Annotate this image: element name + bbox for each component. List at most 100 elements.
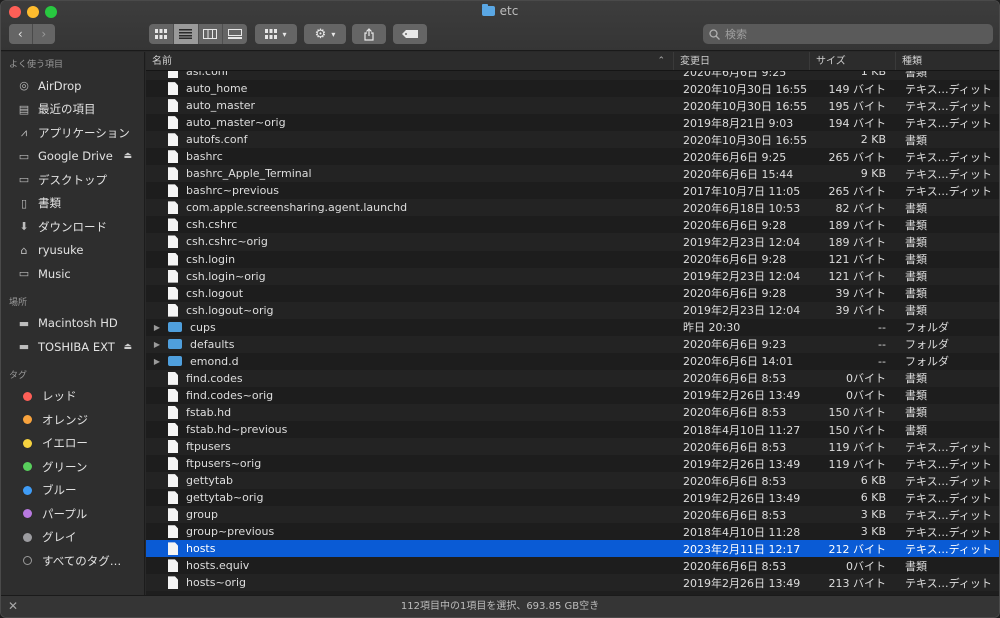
columns-icon xyxy=(203,29,218,39)
file-row[interactable]: hosts.equiv 2020年6月6日 8:53 0バイト 書類 xyxy=(146,557,999,575)
sidebar-item-label: 最近の項目 xyxy=(38,102,96,117)
icon-view-button[interactable] xyxy=(149,24,174,44)
sidebar-item[interactable]: ▭ デスクトップ xyxy=(1,168,144,192)
sidebar-tag-item[interactable]: オレンジ xyxy=(1,408,144,432)
file-kind: 書類 xyxy=(905,389,927,403)
close-icon[interactable]: ✕ xyxy=(8,596,18,617)
back-button[interactable]: ‹ xyxy=(9,24,32,44)
file-row[interactable]: hosts 2023年2月11日 12:17 212 バイト テキス…ディット xyxy=(146,540,999,558)
file-row[interactable]: group 2020年6月6日 8:53 3 KB テキス…ディット xyxy=(146,506,999,524)
sidebar-item[interactable]: ▭ Music xyxy=(1,262,144,286)
column-header-kind[interactable]: 種類 xyxy=(896,52,999,70)
sidebar-item[interactable]: ▭ Google Drive ⏏ xyxy=(1,145,144,169)
file-row[interactable]: auto_master~orig 2019年8月21日 9:03 194 バイト テキ… xyxy=(146,114,999,132)
file-row[interactable]: auto_home 2020年10月30日 16:55 149 バイト テキス…ディッ… xyxy=(146,80,999,98)
file-row[interactable]: group~previous 2018年4月10日 11:28 3 KB テキス…ディ… xyxy=(146,523,999,541)
file-name-cell: fstab.hd xyxy=(146,405,674,419)
file-name: com.apple.screensharing.agent.launchd xyxy=(186,201,408,215)
sidebar-section-favorites: よく使う項目 xyxy=(9,60,64,70)
file-name: hosts xyxy=(186,542,216,556)
file-row[interactable]: ▶ emond.d 2020年6月6日 14:01 -- フォルダ xyxy=(146,352,999,370)
sidebar-item[interactable]: ⩘ アプリケーション xyxy=(1,121,144,145)
sidebar-tag-item[interactable]: イエロー xyxy=(1,432,144,456)
file-row[interactable]: csh.logout 2020年6月6日 9:28 39 バイト 書類 xyxy=(146,284,999,302)
chevron-down-icon: ▾ xyxy=(331,29,336,39)
file-name-cell: csh.logout xyxy=(146,286,674,300)
search-input[interactable] xyxy=(725,27,965,41)
file-name-cell: auto_home xyxy=(146,82,674,96)
file-row[interactable]: csh.cshrc 2020年6月6日 9:28 189 バイト 書類 xyxy=(146,216,999,234)
file-row[interactable]: gettytab 2020年6月6日 8:53 6 KB テキス…ディット xyxy=(146,472,999,490)
file-row[interactable]: com.apple.screensharing.agent.launchd 202… xyxy=(146,199,999,217)
file-row[interactable]: csh.login 2020年6月6日 9:28 121 バイト 書類 xyxy=(146,250,999,268)
file-row[interactable]: fstab.hd 2020年6月6日 8:53 150 バイト 書類 xyxy=(146,403,999,421)
view-mode-switcher xyxy=(149,24,247,44)
disclosure-triangle-icon[interactable]: ▶ xyxy=(146,340,168,349)
sidebar-item-label: 書類 xyxy=(38,196,61,211)
column-view-button[interactable] xyxy=(199,24,224,44)
sidebar-tag-item[interactable]: レッド xyxy=(1,385,144,409)
search-field[interactable] xyxy=(703,24,993,44)
sidebar-item[interactable]: ⌂ ryusuke xyxy=(1,239,144,263)
file-row[interactable]: bashrc_Apple_Terminal 2020年6月6日 15:44 9 KB… xyxy=(146,165,999,183)
column-header-size[interactable]: サイズ xyxy=(810,52,896,70)
file-name: auto_home xyxy=(186,82,248,96)
disclosure-triangle-icon[interactable]: ▶ xyxy=(146,357,168,366)
file-row[interactable]: ftpusers 2020年6月6日 8:53 119 バイト テキス…ディット xyxy=(146,438,999,456)
file-row[interactable]: csh.logout~orig 2019年2月23日 12:04 39 バイト 書類 xyxy=(146,301,999,319)
file-row[interactable]: autofs.conf 2020年10月30日 16:55 2 KB 書類 xyxy=(146,131,999,149)
file-icon xyxy=(168,508,178,522)
file-date: 2019年2月26日 13:49 xyxy=(683,491,801,505)
sidebar-tag-label: パープル xyxy=(42,506,88,521)
file-icon xyxy=(168,286,178,300)
column-header-date[interactable]: 変更日 xyxy=(674,52,810,70)
file-row[interactable]: csh.login~orig 2019年2月23日 12:04 121 バイト 書類 xyxy=(146,267,999,285)
file-row[interactable]: bashrc~previous 2017年10月7日 11:05 265 バイト テキ… xyxy=(146,182,999,200)
list-view-button[interactable] xyxy=(173,24,199,44)
file-row[interactable]: csh.cshrc~orig 2019年2月23日 12:04 189 バイト 書類 xyxy=(146,233,999,251)
file-name-cell: gettytab~orig xyxy=(146,491,674,505)
file-date: 2020年6月6日 9:28 xyxy=(683,218,787,232)
gallery-view-button[interactable] xyxy=(223,24,247,44)
file-row[interactable]: gettytab~orig 2019年2月26日 13:49 6 KB テキス…ディッ… xyxy=(146,489,999,507)
file-kind: テキス…ディット xyxy=(905,184,992,198)
file-row[interactable]: fstab.hd~previous 2018年4月10日 11:27 150 バイト… xyxy=(146,420,999,439)
sidebar-tag-item[interactable]: すべてのタグ… xyxy=(1,549,144,573)
sidebar-item[interactable]: ▬ Macintosh HD xyxy=(1,312,144,336)
sidebar-tag-item[interactable]: グレイ xyxy=(1,526,144,550)
tag-color-icon xyxy=(23,532,32,542)
sidebar-item[interactable]: ▯ 書類 xyxy=(1,192,144,216)
file-row[interactable]: ▶ cups 昨日 20:30 -- フォルダ xyxy=(146,318,999,336)
sidebar-item[interactable]: ▤ 最近の項目 xyxy=(1,98,144,122)
file-date: 2020年6月6日 14:01 xyxy=(683,355,794,369)
file-row[interactable]: bashrc 2020年6月6日 9:25 265 バイト テキス…ディット xyxy=(146,148,999,166)
file-date: 2020年6月6日 8:53 xyxy=(683,406,787,420)
column-header-name[interactable]: 名前 ⌃ xyxy=(146,52,674,70)
group-by-button[interactable]: ▾ xyxy=(255,24,297,44)
file-icon xyxy=(168,491,178,505)
file-row[interactable]: find.codes 2020年6月6日 8:53 0バイト 書類 xyxy=(146,369,999,387)
tag-color-icon xyxy=(23,509,32,519)
sidebar-tag-item[interactable]: グリーン xyxy=(1,455,144,479)
sidebar-tag-item[interactable]: パープル xyxy=(1,502,144,526)
sidebar-item[interactable]: ▬ TOSHIBA EXT ⏏ xyxy=(1,335,144,359)
file-kind: 書類 xyxy=(905,287,927,301)
eject-icon[interactable]: ⏏ xyxy=(123,151,132,161)
file-row[interactable]: ▶ defaults 2020年6月6日 9:23 -- フォルダ xyxy=(146,335,999,353)
file-row[interactable]: ftpusers~orig 2019年2月26日 13:49 119 バイト テキス…… xyxy=(146,455,999,473)
action-menu-button[interactable]: ⚙ ▾ xyxy=(304,24,346,44)
eject-icon[interactable]: ⏏ xyxy=(123,342,132,352)
edit-tags-button[interactable] xyxy=(393,24,427,44)
file-row[interactable]: auto_master 2020年10月30日 16:55 195 バイト テキス…デ… xyxy=(146,97,999,115)
sidebar-tag-label: すべてのタグ… xyxy=(42,553,122,568)
file-row[interactable]: find.codes~orig 2019年2月26日 13:49 0バイト 書類 xyxy=(146,386,999,404)
file-row[interactable]: hosts~orig 2019年2月26日 13:49 213 バイト テキス…ディッ… xyxy=(146,574,999,592)
sidebar-tag-item[interactable]: ブルー xyxy=(1,479,144,503)
file-list: asl.conf 2020年6月6日 9:25 1 KB 書類 auto_home 202… xyxy=(146,52,999,595)
sidebar-item[interactable]: ◎ AirDrop xyxy=(1,74,144,98)
sidebar-item[interactable]: ⬇ ダウンロード xyxy=(1,215,144,239)
file-icon xyxy=(168,218,178,232)
forward-button[interactable]: › xyxy=(33,24,56,44)
share-button[interactable] xyxy=(352,24,386,44)
disclosure-triangle-icon[interactable]: ▶ xyxy=(146,323,168,332)
